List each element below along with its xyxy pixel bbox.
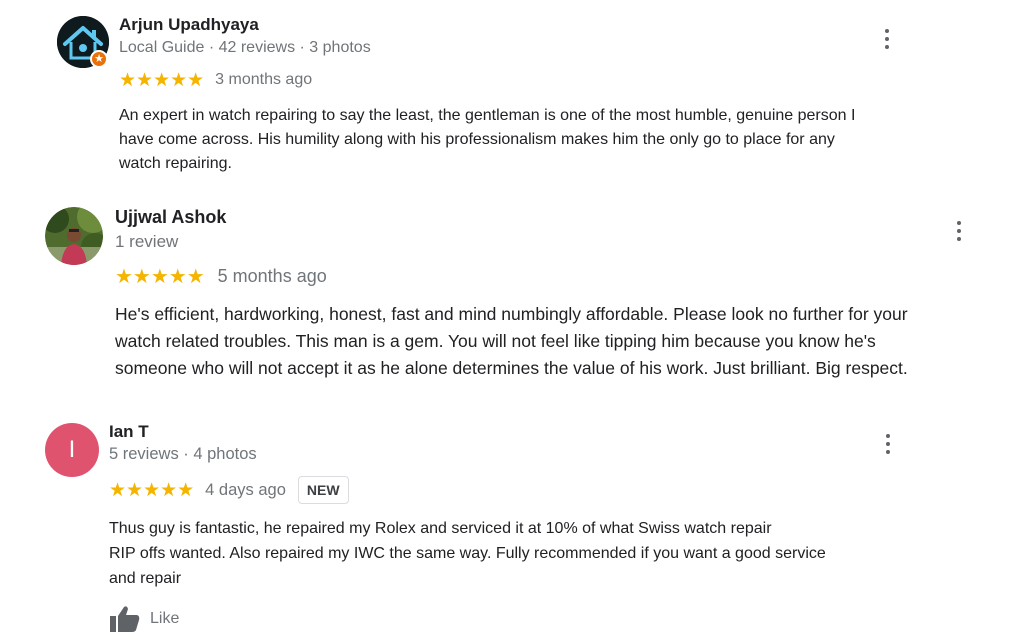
review-card-ujjwal: Ujjwal Ashok 1 review ★★★★★ 5 months ago… [0,195,1024,395]
profile-photo [45,207,103,265]
reviewer-name[interactable]: Ujjwal Ashok [115,207,226,228]
review-text: He's efficient, hardworking, honest, fas… [115,301,1020,382]
review-text-line: He's efficient, hardworking, honest, fas… [115,304,908,324]
review-text: An expert in watch repairing to say the … [119,104,999,176]
reviewer-name[interactable]: Ian T [109,422,149,442]
reviewer-meta[interactable]: Local Guide · 42 reviews · 3 photos [119,39,371,57]
review-time: 5 months ago [217,265,327,286]
review-card-ian: I Ian T 5 reviews · 4 photos ★★★★★ 4 day… [0,410,1024,641]
star-rating: ★★★★★ [119,69,205,91]
reviewer-name[interactable]: Arjun Upadhyaya [119,15,259,35]
rating-row: ★★★★★ 3 months ago [119,69,312,91]
reviewer-meta[interactable]: 1 review [115,232,178,252]
review-text-line: have come across. His humility along wit… [119,131,835,148]
star-rating: ★★★★★ [109,479,195,501]
new-badge: NEW [297,476,349,504]
more-options-icon[interactable] [957,221,961,245]
review-text-line: watch repairing. [119,155,232,172]
like-label: Like [150,610,180,627]
avatar-ujjwal[interactable] [45,207,103,265]
avatar-arjun[interactable]: ★ [57,16,109,68]
local-guide-star-icon: ★ [90,50,108,68]
avatar-ian[interactable]: I [45,423,99,477]
review-text-line: and repair [109,570,182,587]
review-text-line: An expert in watch repairing to say the … [119,107,856,124]
like-button[interactable]: Like [109,605,179,633]
review-text-line: RIP offs wanted. Also repaired my IWC th… [109,545,826,562]
review-card-arjun: ★ Arjun Upadhyaya Local Guide · 42 revie… [0,0,1024,185]
more-options-icon[interactable] [886,434,890,458]
review-text: Thus guy is fantastic, he repaired my Ro… [109,516,989,591]
review-time: 3 months ago [215,71,313,88]
star-rating: ★★★★★ [115,265,205,288]
reviewer-meta[interactable]: 5 reviews · 4 photos [109,445,257,464]
review-text-line: someone who will not accept it as he alo… [115,358,908,378]
review-text-line: Thus guy is fantastic, he repaired my Ro… [109,520,772,537]
review-time: 4 days ago [205,480,286,499]
avatar-letter: I [68,436,76,463]
more-options-icon[interactable] [885,29,889,53]
review-text-line: watch related troubles. This man is a ge… [115,331,876,351]
rating-row: ★★★★★ 5 months ago [115,264,327,288]
thumbs-up-icon [110,606,140,632]
rating-row: ★★★★★ 4 days ago NEW [109,476,349,504]
